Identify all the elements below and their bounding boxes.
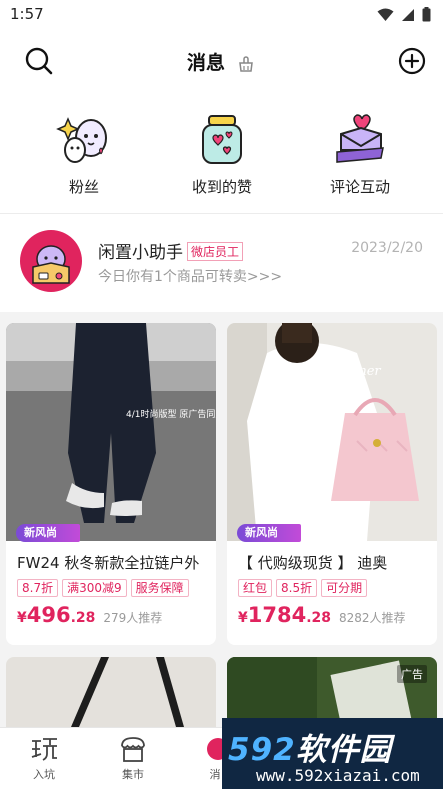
chip: 红包 bbox=[238, 579, 273, 597]
quick-actions: 粉丝 收到的赞 评论互动 bbox=[0, 112, 443, 202]
play-glyph-icon bbox=[9, 734, 79, 764]
tab-rukeng[interactable]: 入坑 bbox=[9, 734, 79, 782]
new-style-badge: 新风尚 bbox=[16, 524, 80, 542]
price-decimal: .28 bbox=[306, 610, 332, 626]
product-chips: 红包 8.5折 可分期 bbox=[238, 579, 368, 597]
divider bbox=[0, 213, 443, 214]
broom-icon[interactable] bbox=[236, 53, 256, 77]
assistant-message-row[interactable]: 闲置小助手 微店员工 2023/2/20 今日你有1个商品可转卖>>> bbox=[0, 222, 443, 302]
product-card[interactable]: Su7 winner 新风尚 【 代购级现货 】 迪奥 红包 8.5折 可分期 … bbox=[227, 323, 437, 645]
watermark-url: www.592xiazai.com bbox=[256, 766, 420, 785]
title-wrap: 消息 bbox=[0, 48, 443, 77]
product-title: FW24 秋冬新款全拉链户外 bbox=[17, 554, 200, 572]
recommend-count: 8282人推荐 bbox=[339, 611, 406, 625]
watermark-brand: 592软件园 bbox=[228, 724, 392, 769]
watermark-number: 592 bbox=[228, 732, 296, 768]
chip: 服务保障 bbox=[130, 579, 189, 597]
price-integer: 496 bbox=[26, 603, 71, 627]
quick-label-fans: 粉丝 bbox=[68, 178, 99, 196]
price-symbol: ¥ bbox=[238, 610, 248, 626]
page-title: 消息 bbox=[186, 52, 225, 74]
new-style-badge: 新风尚 bbox=[237, 524, 301, 542]
price-integer: 1784 bbox=[247, 603, 307, 627]
status-icons bbox=[377, 7, 431, 22]
assistant-avatar bbox=[20, 230, 82, 292]
fans-illustration-icon bbox=[55, 112, 113, 166]
product-image bbox=[6, 657, 216, 737]
watermark-brand-text: 软件园 bbox=[295, 732, 392, 768]
status-bar: 1:57 bbox=[0, 0, 443, 30]
quick-label-likes: 收到的赞 bbox=[191, 178, 252, 196]
comments-envelope-icon bbox=[331, 112, 389, 166]
product-image: 4/1时尚版型 原广告同定制面料 没有喷绘 是原料 bbox=[6, 323, 216, 541]
store-icon bbox=[98, 734, 168, 764]
quick-label-comments: 评论互动 bbox=[329, 178, 390, 196]
message-preview: 今日你有1个商品可转卖>>> bbox=[98, 269, 283, 285]
product-card[interactable] bbox=[6, 657, 216, 737]
chip: 8.7折 bbox=[17, 579, 59, 597]
tab-market[interactable]: 集市 bbox=[98, 734, 168, 782]
tab-label: 集市 bbox=[122, 768, 144, 781]
site-watermark: 592软件园 www.592xiazai.com bbox=[222, 718, 443, 789]
quick-item-likes[interactable]: 收到的赞 bbox=[162, 112, 282, 202]
chip: 可分期 bbox=[321, 579, 368, 597]
image-caption: 4/1时尚版型 原广告同定制面料 没有喷绘 是原料 bbox=[126, 408, 216, 420]
price-symbol: ¥ bbox=[17, 610, 27, 626]
assistant-name: 闲置小助手 bbox=[98, 243, 183, 263]
price-decimal: .28 bbox=[70, 610, 96, 626]
product-chips: 8.7折 满300减9 服务保障 bbox=[17, 579, 189, 597]
tab-label: 入坑 bbox=[33, 768, 55, 781]
quick-item-comments[interactable]: 评论互动 bbox=[300, 112, 420, 202]
header: 消息 bbox=[0, 38, 443, 84]
add-button[interactable] bbox=[395, 44, 429, 78]
recommend-count: 279人推荐 bbox=[103, 611, 163, 625]
quick-item-fans[interactable]: 粉丝 bbox=[24, 112, 144, 202]
chip: 8.5折 bbox=[276, 579, 318, 597]
product-title: 【 代购级现货 】 迪奥 bbox=[238, 554, 388, 572]
signal-icon bbox=[402, 8, 414, 21]
ad-label: 广告 bbox=[397, 665, 427, 683]
status-time: 1:57 bbox=[10, 5, 44, 23]
chip: 满300减9 bbox=[62, 579, 127, 597]
likes-jar-icon bbox=[193, 112, 251, 166]
image-caption: Su7 winner bbox=[305, 364, 381, 379]
plus-circle-icon bbox=[398, 47, 426, 75]
staff-tag: 微店员工 bbox=[187, 242, 244, 261]
message-date: 2023/2/20 bbox=[351, 240, 423, 256]
assistant-mascot-icon bbox=[32, 245, 70, 284]
product-card[interactable]: 4/1时尚版型 原广告同定制面料 没有喷绘 是原料 新风尚 FW24 秋冬新款全… bbox=[6, 323, 216, 645]
battery-icon bbox=[422, 7, 431, 22]
price-row: ¥ 1784 .28 8282人推荐 bbox=[238, 603, 406, 627]
price-row: ¥ 496 .28 279人推荐 bbox=[17, 603, 162, 627]
product-image: Su7 winner bbox=[227, 323, 437, 541]
wifi-icon bbox=[377, 8, 394, 21]
assistant-name-row: 闲置小助手 微店员工 bbox=[98, 238, 244, 263]
